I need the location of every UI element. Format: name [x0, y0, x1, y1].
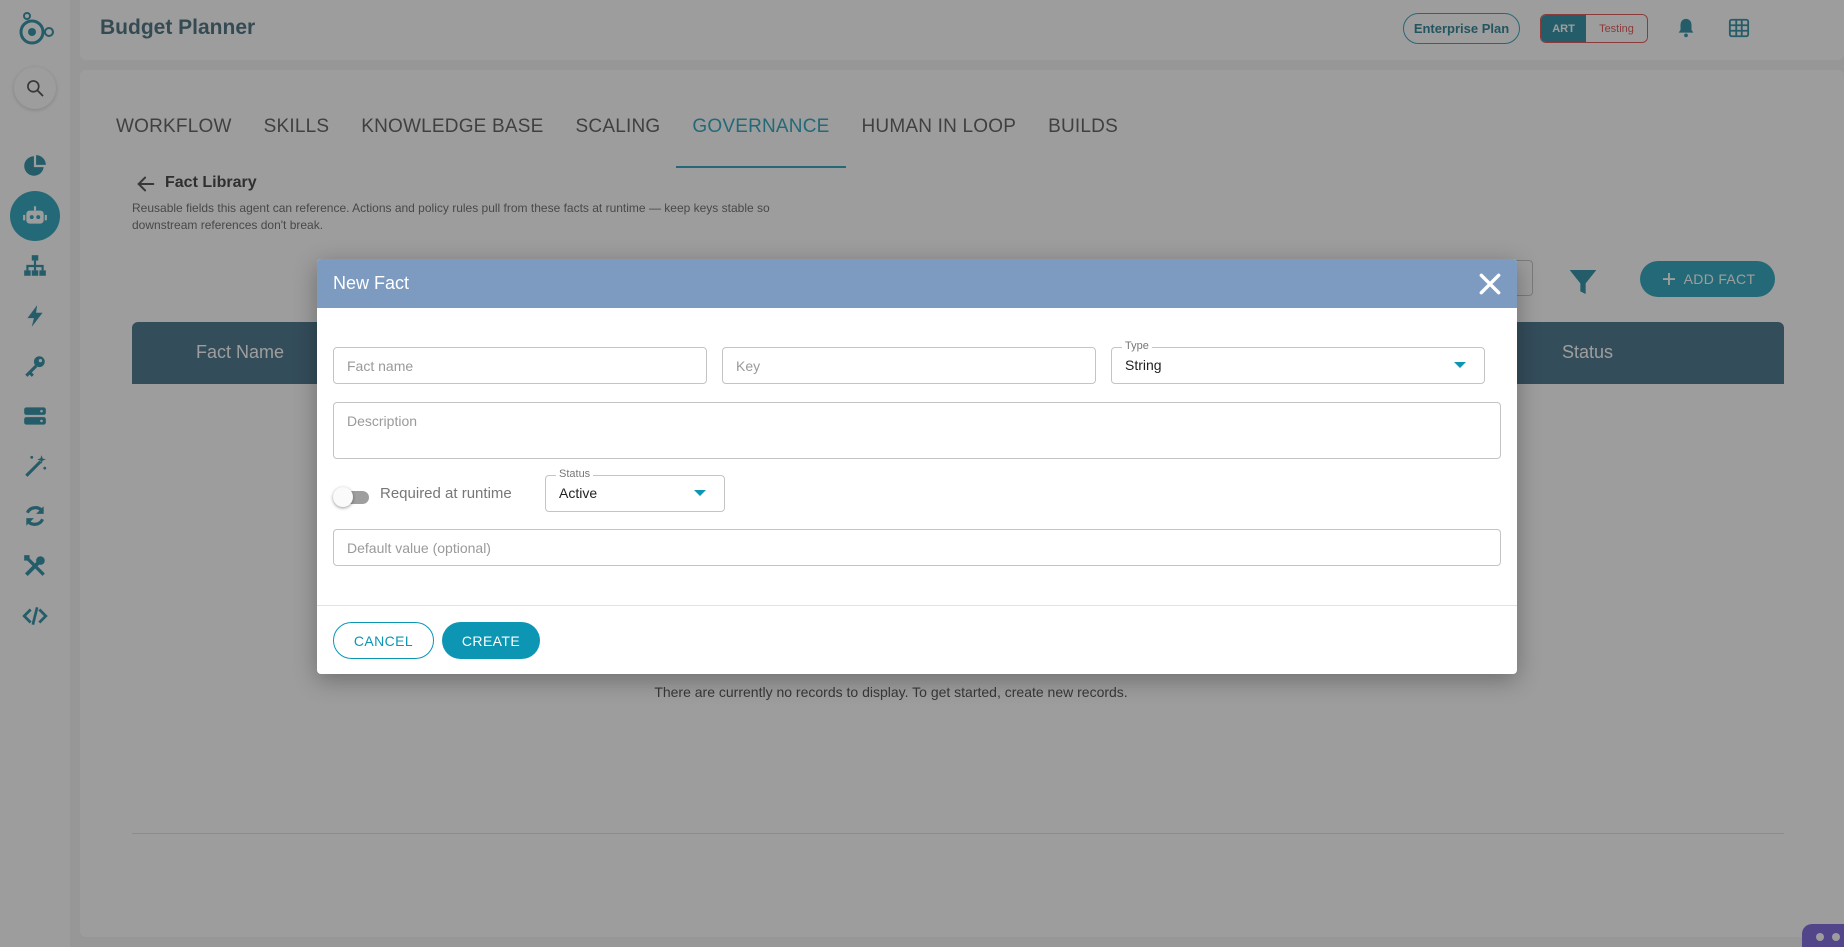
description-input[interactable] — [334, 403, 1500, 458]
create-button[interactable]: CREATE — [442, 622, 540, 659]
key-field[interactable] — [722, 347, 1096, 384]
fact-name-field[interactable] — [333, 347, 707, 384]
default-value-input[interactable] — [334, 530, 1500, 565]
status-label: Status — [556, 468, 594, 480]
fact-name-input[interactable] — [334, 348, 706, 383]
cancel-button[interactable]: CANCEL — [333, 622, 434, 659]
chevron-down-icon — [694, 490, 706, 496]
type-select[interactable]: Type String — [1111, 340, 1485, 384]
type-value: String — [1125, 357, 1162, 373]
status-select[interactable]: Status Active — [545, 468, 725, 512]
required-toggle[interactable] — [333, 486, 371, 508]
default-value-field[interactable] — [333, 529, 1501, 566]
new-fact-dialog: New Fact Type String Required at runtime… — [317, 259, 1517, 674]
dialog-divider — [317, 605, 1517, 606]
required-toggle-label: Required at runtime — [380, 485, 512, 502]
chevron-down-icon — [1454, 362, 1466, 368]
type-label: Type — [1122, 340, 1152, 352]
description-field[interactable] — [333, 402, 1501, 459]
status-value: Active — [559, 485, 598, 501]
close-icon[interactable] — [1477, 271, 1503, 297]
dialog-header: New Fact — [317, 259, 1517, 308]
dialog-title: New Fact — [333, 273, 410, 293]
key-input[interactable] — [723, 348, 1095, 383]
